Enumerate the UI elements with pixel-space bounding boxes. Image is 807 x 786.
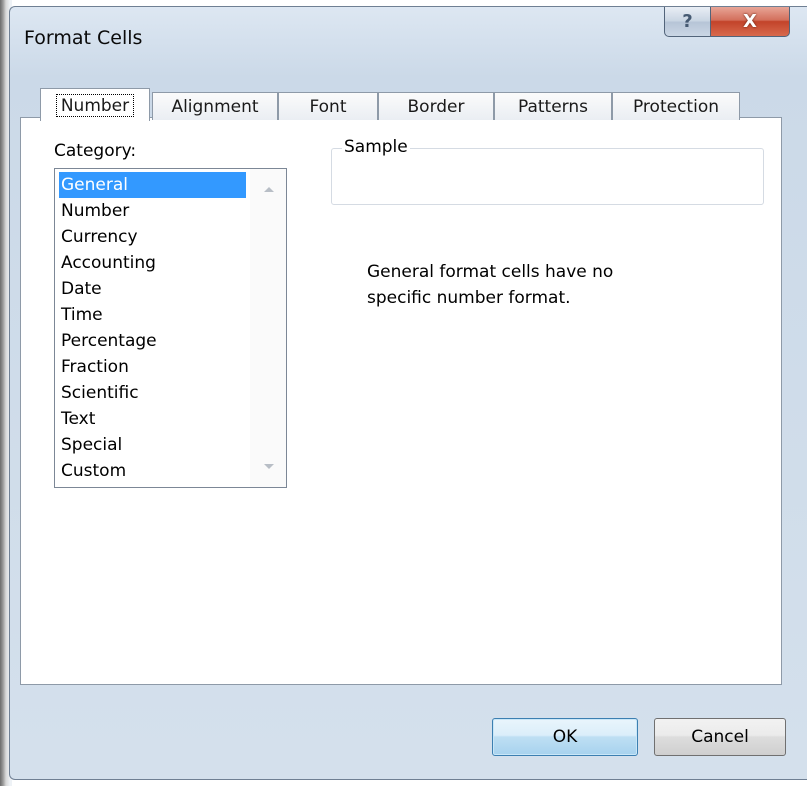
tab-border[interactable]: Border	[378, 92, 494, 120]
tab-alignment[interactable]: Alignment	[152, 92, 278, 120]
category-item-currency[interactable]: Currency	[59, 224, 246, 250]
format-description: General format cells have no specific nu…	[367, 262, 614, 308]
ok-button[interactable]: OK	[492, 718, 638, 756]
dialog-title: Format Cells	[24, 27, 143, 49]
category-item-special[interactable]: Special	[59, 432, 246, 458]
sample-group: Sample	[331, 137, 764, 205]
cancel-button[interactable]: Cancel	[654, 718, 786, 756]
ok-button-label: OK	[552, 727, 578, 747]
tab-protection[interactable]: Protection	[612, 92, 740, 120]
cancel-button-label: Cancel	[691, 727, 749, 747]
scroll-up-icon[interactable]	[264, 187, 274, 192]
category-item-fraction[interactable]: Fraction	[59, 354, 246, 380]
category-item-percentage[interactable]: Percentage	[59, 328, 246, 354]
close-button[interactable]: X	[710, 7, 790, 37]
tab-font[interactable]: Font	[278, 92, 378, 120]
scroll-down-icon[interactable]	[264, 464, 274, 469]
title-bar[interactable]: Format Cells ? X	[10, 7, 807, 69]
category-listbox[interactable]: General Number Currency Accounting Date …	[54, 168, 287, 488]
tab-font-label: Font	[309, 96, 347, 117]
category-item-scientific[interactable]: Scientific	[59, 380, 246, 406]
tab-border-label: Border	[407, 96, 465, 117]
tab-number[interactable]: Number	[40, 88, 150, 121]
sample-legend: Sample	[342, 137, 410, 157]
category-item-custom[interactable]: Custom	[59, 458, 246, 484]
tab-patterns[interactable]: Patterns	[494, 92, 612, 120]
help-icon: ?	[682, 11, 693, 32]
tab-protection-label: Protection	[632, 96, 719, 117]
help-button[interactable]: ?	[664, 7, 711, 37]
tab-patterns-label: Patterns	[517, 96, 589, 117]
category-item-date[interactable]: Date	[59, 276, 246, 302]
category-label: Category:	[54, 141, 137, 161]
category-item-time[interactable]: Time	[59, 302, 246, 328]
close-icon: X	[743, 11, 757, 32]
tab-number-label: Number	[55, 93, 135, 117]
category-scrollbar[interactable]	[250, 169, 286, 487]
tab-alignment-label: Alignment	[171, 96, 259, 117]
category-item-accounting[interactable]: Accounting	[59, 250, 246, 276]
category-item-number[interactable]: Number	[59, 198, 246, 224]
category-item-text[interactable]: Text	[59, 406, 246, 432]
category-item-general[interactable]: General	[59, 172, 246, 198]
